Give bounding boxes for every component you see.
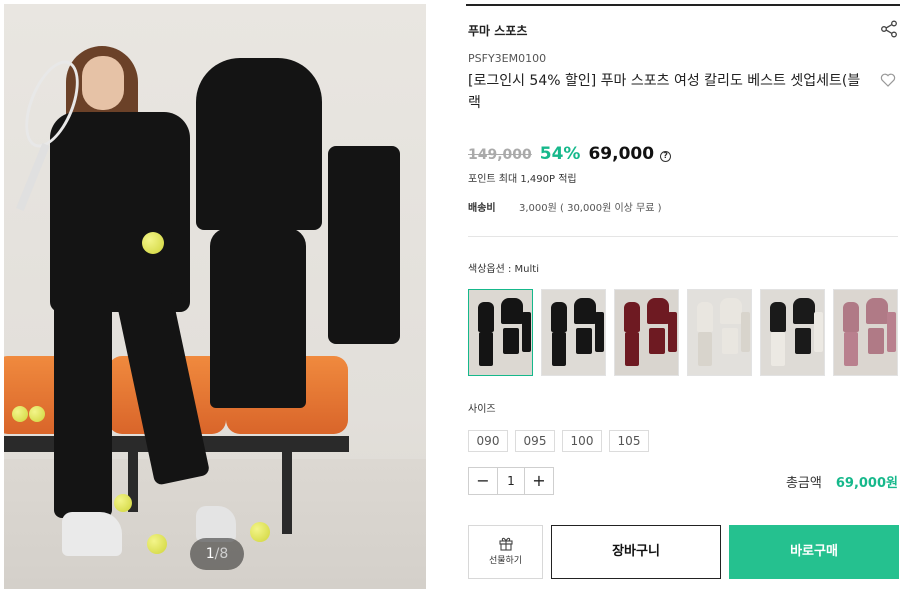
tennis-ball <box>114 494 132 512</box>
swatch-pants <box>741 312 750 352</box>
color-swatch-3[interactable] <box>614 289 679 376</box>
size-option-105[interactable]: 105 <box>609 430 649 452</box>
color-swatch-1[interactable] <box>468 289 533 376</box>
swatch-vest <box>795 328 811 354</box>
size-label: 사이즈 <box>468 404 496 415</box>
swatch-vest <box>868 328 884 354</box>
price-row: 149,000 54% 69,000 ? <box>468 144 672 168</box>
quantity-stepper: − 1 + <box>468 467 554 495</box>
section-divider <box>468 236 898 237</box>
swatch-model-bottom <box>698 332 712 366</box>
buy-now-button[interactable]: 바로구매 <box>729 525 899 579</box>
model-pants-left <box>54 300 112 518</box>
color-swatch-2[interactable] <box>541 289 606 376</box>
swatch-model-top <box>624 302 640 332</box>
swatch-pants <box>668 312 677 352</box>
gift-button[interactable]: 선물하기 <box>468 525 543 579</box>
shipping-label: 배송비 <box>468 203 496 214</box>
shipping-value: 3,000원 ( 30,000원 이상 무료 ) <box>519 203 662 214</box>
swatch-model-bottom <box>844 332 858 366</box>
swatch-model-top <box>551 302 567 332</box>
swatch-model-bottom <box>479 332 493 366</box>
swatch-jacket <box>793 298 815 324</box>
model-vest <box>50 112 190 312</box>
image-counter-current: 1 <box>205 546 215 562</box>
swatch-pants <box>814 312 823 352</box>
size-option-090[interactable]: 090 <box>468 430 508 452</box>
points-info: 포인트 최대 1,490P 적립 <box>468 174 577 185</box>
swatch-vest <box>649 328 665 354</box>
product-jacket <box>196 58 322 230</box>
quantity-input[interactable]: 1 <box>497 468 525 494</box>
swatch-model-top <box>843 302 859 332</box>
swatch-model-bottom <box>771 332 785 366</box>
swatch-jacket <box>866 298 888 324</box>
product-image-gallery[interactable]: 1/8 <box>4 4 426 589</box>
color-swatch-4[interactable] <box>687 289 752 376</box>
model-shoe <box>62 512 122 556</box>
swatch-pants <box>522 312 531 352</box>
brand-name[interactable]: 푸마 스포츠 <box>468 22 527 39</box>
model-face <box>82 56 124 110</box>
product-info-panel: 푸마 스포츠 PSFY3EM0100 [로그인시 54% 할인] 푸마 스포츠 … <box>466 0 900 589</box>
product-title: [로그인시 54% 할인] 푸마 스포츠 여성 칼리도 베스트 셋업세트(블랙 <box>468 73 861 111</box>
product-vest <box>210 228 306 408</box>
tennis-ball <box>29 406 45 422</box>
color-option-label: 색상옵션 : Multi <box>468 264 539 275</box>
color-swatch-5[interactable] <box>760 289 825 376</box>
swatch-pants <box>887 312 896 352</box>
swatch-jacket <box>501 298 523 324</box>
swatch-jacket <box>647 298 669 324</box>
swatch-pants <box>595 312 604 352</box>
tennis-ball <box>142 232 164 254</box>
gift-button-label: 선물하기 <box>488 556 523 566</box>
add-to-cart-button[interactable]: 장바구니 <box>551 525 721 579</box>
tennis-ball <box>250 522 270 542</box>
image-counter: 1/8 <box>190 538 244 570</box>
wishlist-heart-icon[interactable] <box>880 72 896 88</box>
color-swatch-6[interactable] <box>833 289 898 376</box>
swatch-model-top <box>770 302 786 332</box>
swatch-jacket <box>574 298 596 324</box>
total-label: 총금액 <box>785 476 822 491</box>
size-option-095[interactable]: 095 <box>515 430 555 452</box>
swatch-model-bottom <box>552 332 566 366</box>
top-divider <box>466 4 900 6</box>
swatch-vest <box>503 328 519 354</box>
size-option-100[interactable]: 100 <box>562 430 602 452</box>
discount-rate: 54% <box>539 144 581 164</box>
total-value: 69,000원 <box>835 476 898 491</box>
quantity-minus-button[interactable]: − <box>469 468 497 494</box>
gift-icon <box>498 537 513 551</box>
swatch-model-bottom <box>625 332 639 366</box>
model-shoe <box>196 506 236 542</box>
swatch-model-top <box>478 302 494 332</box>
color-swatch-list <box>468 289 898 376</box>
original-price: 149,000 <box>468 147 532 163</box>
tennis-ball <box>12 406 28 422</box>
price-help-icon[interactable]: ? <box>660 151 672 162</box>
swatch-jacket <box>720 298 742 324</box>
swatch-vest <box>722 328 738 354</box>
tennis-ball <box>147 534 167 554</box>
swatch-model-top <box>697 302 713 332</box>
product-pants <box>328 146 400 344</box>
bench-leg <box>282 452 292 534</box>
size-option-list: 090 095 100 105 <box>468 430 649 452</box>
quantity-plus-button[interactable]: + <box>525 468 553 494</box>
product-code: PSFY3EM0100 <box>468 52 547 65</box>
image-counter-total: 8 <box>219 546 229 562</box>
total-amount: 총금액 69,000원 <box>786 472 898 491</box>
share-icon[interactable] <box>880 20 898 38</box>
swatch-vest <box>576 328 592 354</box>
sale-price: 69,000 <box>588 144 655 164</box>
